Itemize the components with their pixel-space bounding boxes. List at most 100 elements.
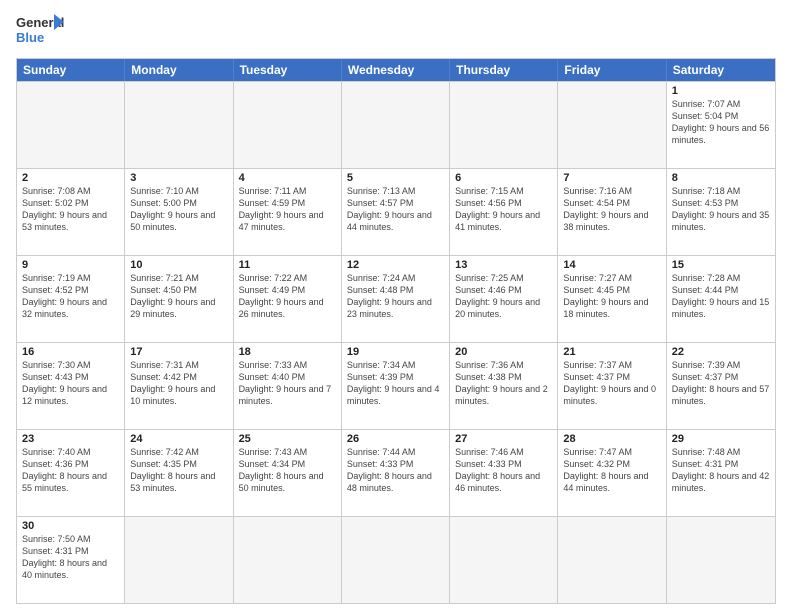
cell-info-text: Sunrise: 7:18 AM Sunset: 4:53 PM Dayligh… xyxy=(672,185,770,234)
calendar-header-cell: Saturday xyxy=(667,59,775,81)
cell-date-number: 28 xyxy=(563,433,660,445)
calendar-cell: 2Sunrise: 7:08 AM Sunset: 5:02 PM Daylig… xyxy=(17,169,125,255)
calendar-cell: 10Sunrise: 7:21 AM Sunset: 4:50 PM Dayli… xyxy=(125,256,233,342)
cell-date-number: 8 xyxy=(672,172,770,184)
cell-info-text: Sunrise: 7:10 AM Sunset: 5:00 PM Dayligh… xyxy=(130,185,227,234)
calendar-cell: 8Sunrise: 7:18 AM Sunset: 4:53 PM Daylig… xyxy=(667,169,775,255)
calendar-cell: 1Sunrise: 7:07 AM Sunset: 5:04 PM Daylig… xyxy=(667,82,775,168)
calendar-header-cell: Sunday xyxy=(17,59,125,81)
calendar-cell xyxy=(234,517,342,603)
cell-date-number: 2 xyxy=(22,172,119,184)
cell-info-text: Sunrise: 7:19 AM Sunset: 4:52 PM Dayligh… xyxy=(22,272,119,321)
cell-info-text: Sunrise: 7:42 AM Sunset: 4:35 PM Dayligh… xyxy=(130,446,227,495)
svg-text:Blue: Blue xyxy=(16,30,44,45)
calendar-cell xyxy=(234,82,342,168)
calendar-cell: 27Sunrise: 7:46 AM Sunset: 4:33 PM Dayli… xyxy=(450,430,558,516)
cell-info-text: Sunrise: 7:11 AM Sunset: 4:59 PM Dayligh… xyxy=(239,185,336,234)
cell-info-text: Sunrise: 7:34 AM Sunset: 4:39 PM Dayligh… xyxy=(347,359,444,408)
calendar-cell xyxy=(558,82,666,168)
calendar-row: 23Sunrise: 7:40 AM Sunset: 4:36 PM Dayli… xyxy=(17,429,775,516)
cell-info-text: Sunrise: 7:39 AM Sunset: 4:37 PM Dayligh… xyxy=(672,359,770,408)
calendar-cell xyxy=(450,517,558,603)
cell-date-number: 21 xyxy=(563,346,660,358)
cell-info-text: Sunrise: 7:46 AM Sunset: 4:33 PM Dayligh… xyxy=(455,446,552,495)
generalblue-logo-icon: General Blue xyxy=(16,12,66,50)
calendar-row: 9Sunrise: 7:19 AM Sunset: 4:52 PM Daylig… xyxy=(17,255,775,342)
cell-date-number: 12 xyxy=(347,259,444,271)
cell-date-number: 7 xyxy=(563,172,660,184)
calendar-row: 16Sunrise: 7:30 AM Sunset: 4:43 PM Dayli… xyxy=(17,342,775,429)
calendar-cell: 17Sunrise: 7:31 AM Sunset: 4:42 PM Dayli… xyxy=(125,343,233,429)
cell-date-number: 18 xyxy=(239,346,336,358)
cell-date-number: 10 xyxy=(130,259,227,271)
calendar-cell xyxy=(450,82,558,168)
calendar-header-cell: Tuesday xyxy=(234,59,342,81)
calendar-cell: 28Sunrise: 7:47 AM Sunset: 4:32 PM Dayli… xyxy=(558,430,666,516)
calendar-cell: 15Sunrise: 7:28 AM Sunset: 4:44 PM Dayli… xyxy=(667,256,775,342)
cell-date-number: 17 xyxy=(130,346,227,358)
cell-date-number: 5 xyxy=(347,172,444,184)
calendar-row: 1Sunrise: 7:07 AM Sunset: 5:04 PM Daylig… xyxy=(17,81,775,168)
cell-info-text: Sunrise: 7:31 AM Sunset: 4:42 PM Dayligh… xyxy=(130,359,227,408)
page: General Blue SundayMondayTuesdayWednesda… xyxy=(0,0,792,612)
cell-date-number: 30 xyxy=(22,520,119,532)
cell-date-number: 16 xyxy=(22,346,119,358)
cell-info-text: Sunrise: 7:07 AM Sunset: 5:04 PM Dayligh… xyxy=(672,98,770,147)
cell-date-number: 22 xyxy=(672,346,770,358)
calendar-cell: 20Sunrise: 7:36 AM Sunset: 4:38 PM Dayli… xyxy=(450,343,558,429)
calendar-cell: 5Sunrise: 7:13 AM Sunset: 4:57 PM Daylig… xyxy=(342,169,450,255)
cell-date-number: 23 xyxy=(22,433,119,445)
calendar-cell: 25Sunrise: 7:43 AM Sunset: 4:34 PM Dayli… xyxy=(234,430,342,516)
cell-info-text: Sunrise: 7:22 AM Sunset: 4:49 PM Dayligh… xyxy=(239,272,336,321)
calendar-cell xyxy=(558,517,666,603)
calendar-cell: 18Sunrise: 7:33 AM Sunset: 4:40 PM Dayli… xyxy=(234,343,342,429)
cell-date-number: 11 xyxy=(239,259,336,271)
calendar-cell: 30Sunrise: 7:50 AM Sunset: 4:31 PM Dayli… xyxy=(17,517,125,603)
calendar-header-cell: Monday xyxy=(125,59,233,81)
calendar-cell: 7Sunrise: 7:16 AM Sunset: 4:54 PM Daylig… xyxy=(558,169,666,255)
cell-info-text: Sunrise: 7:36 AM Sunset: 4:38 PM Dayligh… xyxy=(455,359,552,408)
calendar: SundayMondayTuesdayWednesdayThursdayFrid… xyxy=(16,58,776,604)
calendar-header-cell: Thursday xyxy=(450,59,558,81)
calendar-cell: 21Sunrise: 7:37 AM Sunset: 4:37 PM Dayli… xyxy=(558,343,666,429)
calendar-header-cell: Wednesday xyxy=(342,59,450,81)
calendar-header: SundayMondayTuesdayWednesdayThursdayFrid… xyxy=(17,59,775,81)
cell-date-number: 3 xyxy=(130,172,227,184)
logo: General Blue xyxy=(16,12,66,50)
cell-date-number: 9 xyxy=(22,259,119,271)
cell-date-number: 24 xyxy=(130,433,227,445)
cell-date-number: 14 xyxy=(563,259,660,271)
cell-date-number: 26 xyxy=(347,433,444,445)
calendar-cell: 6Sunrise: 7:15 AM Sunset: 4:56 PM Daylig… xyxy=(450,169,558,255)
cell-date-number: 1 xyxy=(672,85,770,97)
calendar-cell: 19Sunrise: 7:34 AM Sunset: 4:39 PM Dayli… xyxy=(342,343,450,429)
calendar-cell: 29Sunrise: 7:48 AM Sunset: 4:31 PM Dayli… xyxy=(667,430,775,516)
cell-date-number: 19 xyxy=(347,346,444,358)
cell-info-text: Sunrise: 7:47 AM Sunset: 4:32 PM Dayligh… xyxy=(563,446,660,495)
cell-info-text: Sunrise: 7:16 AM Sunset: 4:54 PM Dayligh… xyxy=(563,185,660,234)
calendar-cell: 23Sunrise: 7:40 AM Sunset: 4:36 PM Dayli… xyxy=(17,430,125,516)
cell-info-text: Sunrise: 7:30 AM Sunset: 4:43 PM Dayligh… xyxy=(22,359,119,408)
cell-info-text: Sunrise: 7:37 AM Sunset: 4:37 PM Dayligh… xyxy=(563,359,660,408)
calendar-cell xyxy=(17,82,125,168)
cell-date-number: 29 xyxy=(672,433,770,445)
cell-info-text: Sunrise: 7:13 AM Sunset: 4:57 PM Dayligh… xyxy=(347,185,444,234)
cell-info-text: Sunrise: 7:43 AM Sunset: 4:34 PM Dayligh… xyxy=(239,446,336,495)
calendar-cell: 24Sunrise: 7:42 AM Sunset: 4:35 PM Dayli… xyxy=(125,430,233,516)
cell-info-text: Sunrise: 7:28 AM Sunset: 4:44 PM Dayligh… xyxy=(672,272,770,321)
cell-info-text: Sunrise: 7:15 AM Sunset: 4:56 PM Dayligh… xyxy=(455,185,552,234)
cell-info-text: Sunrise: 7:48 AM Sunset: 4:31 PM Dayligh… xyxy=(672,446,770,495)
cell-info-text: Sunrise: 7:27 AM Sunset: 4:45 PM Dayligh… xyxy=(563,272,660,321)
calendar-row: 30Sunrise: 7:50 AM Sunset: 4:31 PM Dayli… xyxy=(17,516,775,603)
header: General Blue xyxy=(16,12,776,50)
calendar-body: 1Sunrise: 7:07 AM Sunset: 5:04 PM Daylig… xyxy=(17,81,775,603)
cell-info-text: Sunrise: 7:50 AM Sunset: 4:31 PM Dayligh… xyxy=(22,533,119,582)
calendar-cell: 4Sunrise: 7:11 AM Sunset: 4:59 PM Daylig… xyxy=(234,169,342,255)
calendar-header-cell: Friday xyxy=(558,59,666,81)
cell-date-number: 25 xyxy=(239,433,336,445)
calendar-cell: 12Sunrise: 7:24 AM Sunset: 4:48 PM Dayli… xyxy=(342,256,450,342)
calendar-cell: 16Sunrise: 7:30 AM Sunset: 4:43 PM Dayli… xyxy=(17,343,125,429)
calendar-cell: 11Sunrise: 7:22 AM Sunset: 4:49 PM Dayli… xyxy=(234,256,342,342)
cell-date-number: 27 xyxy=(455,433,552,445)
cell-date-number: 15 xyxy=(672,259,770,271)
